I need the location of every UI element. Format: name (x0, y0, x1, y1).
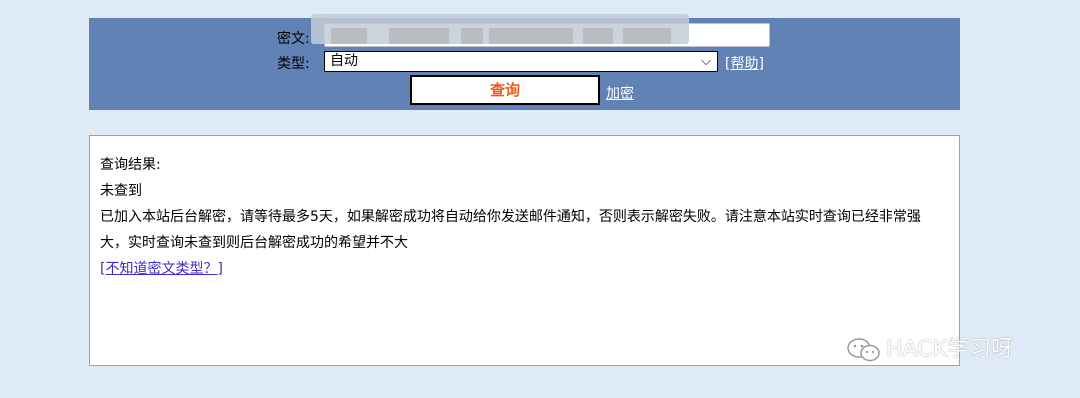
chevron-down-icon: ⌵ (701, 54, 711, 69)
result-title: 查询结果: (100, 157, 161, 173)
type-label: 类型: (277, 56, 310, 72)
encrypt-link[interactable]: 加密 (606, 83, 634, 103)
watermark-text: HACK学习呀 (886, 337, 1013, 362)
help-link-text: [帮助] (725, 56, 764, 72)
query-panel: 密文: 类型: 自动 ⌵ [帮助] 查询 加密 (89, 14, 960, 110)
result-panel: 查询结果: 未查到 已加入本站后台解密，请等待最多5天，如果解密成功将自动给你发… (89, 135, 960, 366)
unknown-type-link[interactable]: [不知道密文类型？] (100, 261, 223, 277)
ciphertext-label: 密文: (277, 31, 310, 47)
watermark: HACK学习呀 (846, 334, 1056, 366)
result-detail: 已加入本站后台解密，请等待最多5天，如果解密成功将自动给你发送邮件通知，否则表示… (100, 209, 921, 251)
result-status: 未查到 (100, 183, 142, 199)
type-select[interactable]: 自动 ⌵ (324, 51, 718, 72)
redacted-blur (311, 14, 689, 44)
wechat-icon (847, 338, 880, 362)
type-select-value: 自动 (330, 53, 358, 69)
query-button[interactable]: 查询 (410, 75, 600, 105)
help-link[interactable]: [帮助] (725, 53, 764, 73)
